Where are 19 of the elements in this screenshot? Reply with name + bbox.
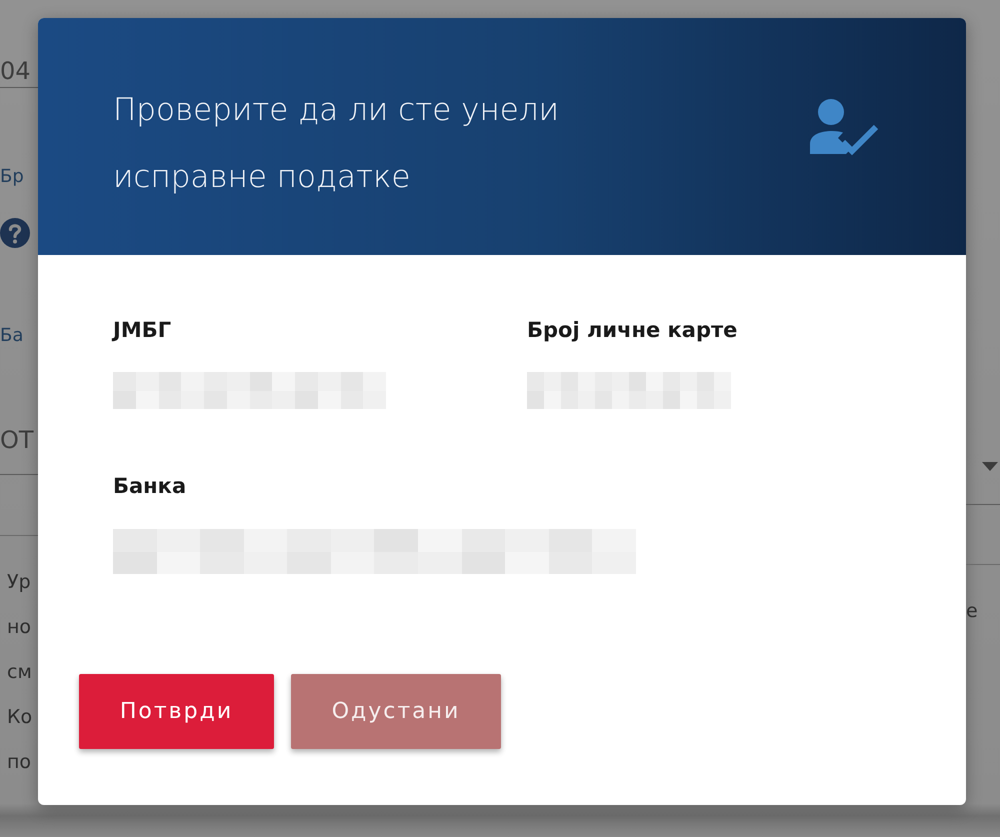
- field-label: Банка: [113, 473, 188, 500]
- select-value: ОТ: [0, 428, 34, 452]
- paragraph-text: е: [966, 599, 979, 624]
- paragraph-text: но: [7, 615, 32, 640]
- dialog-button[interactable]: Одустани: [291, 674, 501, 749]
- paragraph-text: по: [7, 750, 32, 775]
- dialog-title: Проверите да ли сте унели исправне податке: [113, 90, 560, 196]
- dialog-button[interactable]: Потврди: [79, 674, 274, 749]
- caret-icon[interactable]: [982, 462, 998, 471]
- field-label: ЈМБГ: [113, 317, 172, 344]
- field-label: Ба: [0, 324, 24, 346]
- field-label: Број личне карте: [527, 317, 738, 344]
- help-icon[interactable]: [0, 218, 30, 248]
- field-value: 04: [0, 59, 31, 83]
- paragraph-text: Ур: [7, 570, 32, 595]
- paragraph-text: Ко: [7, 705, 34, 730]
- person-check-icon: [808, 98, 880, 156]
- field-label: Бр: [0, 166, 24, 186]
- paragraph-text: см: [7, 660, 33, 685]
